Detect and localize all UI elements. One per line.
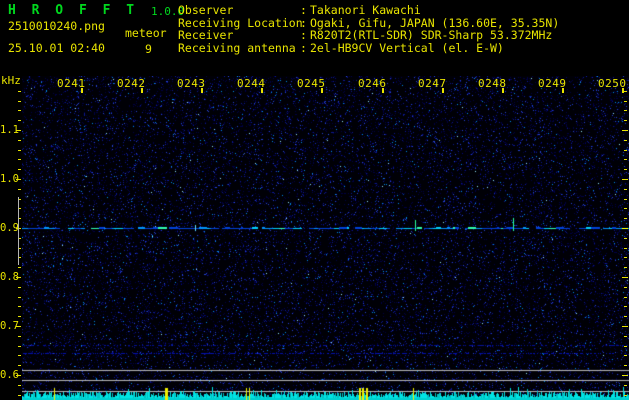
freq-tick-label: 1.0 [0,173,19,185]
freq-minor-tick [18,267,21,268]
freq-minor-tick [18,150,21,151]
info-value: 2el-HB9CV Vertical (el. E-W) [310,40,504,55]
freq-tick-label: 1.1 [0,124,19,136]
freq-major-tick [16,326,21,327]
meteor-count: 9 [145,42,152,56]
freq-minor-tick [18,346,21,347]
freq-minor-tick [18,101,21,102]
freq-minor-tick [18,91,21,92]
freq-tick-label: 0.6 [0,369,19,381]
freq-major-tick [16,130,21,131]
freq-minor-tick [18,120,21,121]
app-title: H R O F F T [8,3,139,18]
freq-tick-label: 0.9 [0,222,19,234]
info-label: Receiving antenna [178,40,296,55]
output-filename: 2510010240.png [8,19,105,33]
freq-minor-tick [18,355,21,356]
observer-info-block: Observer: Takanori Kawachi Receiving Locat… [178,4,559,54]
freq-major-tick [16,277,21,278]
freq-minor-tick [18,316,21,317]
freq-minor-tick [18,169,21,170]
info-separator: : [300,28,307,43]
freq-tick-label: 0.8 [0,271,19,283]
freq-minor-tick [18,336,21,337]
observer-info-row: Receiving antenna:2el-HB9CV Vertical (el… [178,40,559,55]
freq-tick-label: 0.7 [0,320,19,332]
freq-minor-tick [18,297,21,298]
info-separator: : [300,40,307,55]
freq-major-tick [16,179,21,180]
freq-minor-tick [18,189,21,190]
spectrogram-canvas [22,76,629,400]
observation-mode: meteor [125,26,167,40]
hrofft-screen: H R O F F T 1.0.0 2510010240.png meteor … [0,0,629,400]
freq-minor-tick [18,140,21,141]
freq-axis-unit-label: kHz [1,74,21,87]
info-separator: : [300,3,307,17]
freq-minor-tick [18,110,21,111]
capture-datetime: 25.10.01 02:40 [8,41,105,55]
freq-minor-tick [18,159,21,160]
freq-minor-tick [18,306,21,307]
freq-minor-tick [18,287,21,288]
info-label: Observer [178,3,234,17]
info-label: Receiver [178,28,234,43]
freq-minor-tick [18,395,21,396]
freq-major-tick [16,375,21,376]
margin-marker-line [18,197,19,265]
freq-minor-tick [18,385,21,386]
freq-minor-tick [18,365,21,366]
